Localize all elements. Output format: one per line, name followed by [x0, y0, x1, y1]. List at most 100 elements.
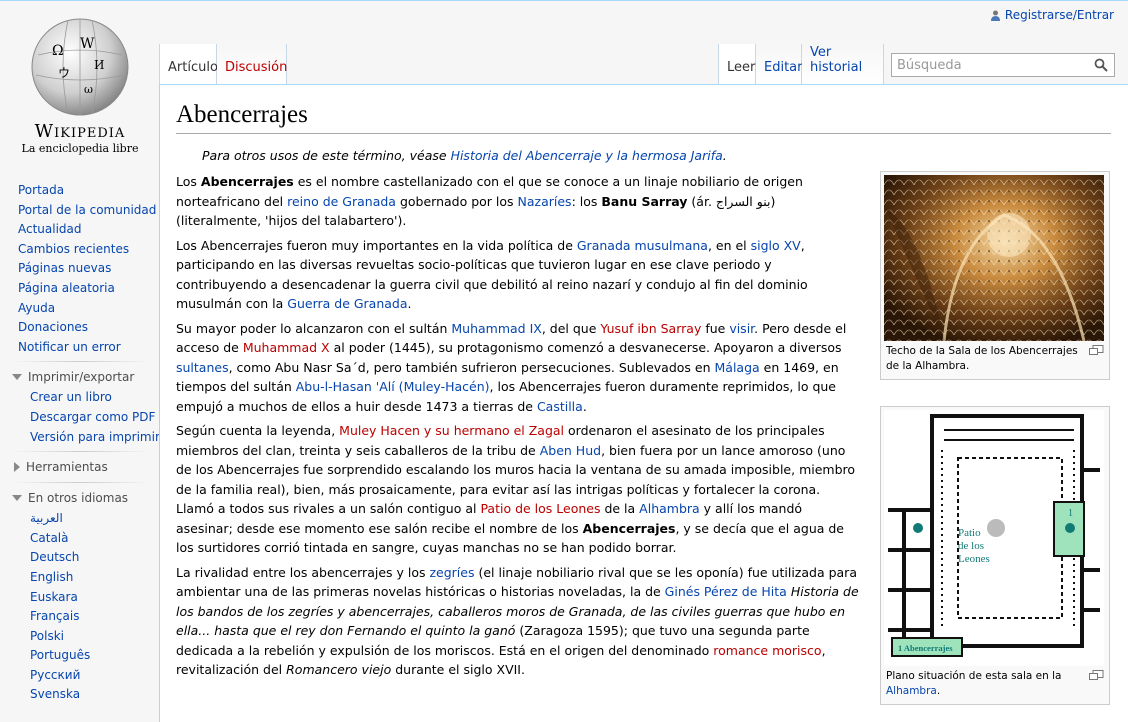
bold-text: Banu Sarray — [601, 193, 688, 209]
puzzle-globe-icon: Ω W И ウ ω — [31, 18, 129, 116]
language-link-6[interactable]: Polski — [0, 627, 158, 647]
article-link[interactable]: visir — [729, 321, 754, 336]
article-link[interactable]: Muley Hacen y su hermano el Zagal — [339, 423, 564, 438]
article-link[interactable]: Ginés Pérez de Hita — [665, 584, 787, 599]
language-link-3[interactable]: English — [0, 568, 158, 588]
article-link[interactable]: Castilla — [537, 399, 583, 414]
article-link[interactable]: Abu-l-Hasan 'Alí (Muley-Hacén) — [296, 379, 490, 394]
figure-caption: Plano situación de esta sala en la Alham… — [884, 666, 1106, 701]
article-body: Los Abencerrajes es el nombre castellani… — [176, 172, 862, 680]
language-link-2[interactable]: Deutsch — [0, 548, 158, 568]
article-paragraph: Su mayor poder lo alcanzaron con el sult… — [176, 319, 862, 417]
article-link[interactable]: Yusuf ibn Sarray — [600, 321, 701, 336]
figure-caption-link[interactable]: Alhambra — [886, 685, 937, 697]
article-link[interactable]: Granada musulmana — [577, 238, 708, 253]
language-link-0[interactable]: العربية — [0, 509, 158, 529]
sidebar-item-1[interactable]: Portal de la comunidad — [0, 201, 158, 221]
languages-list: العربية Català Deutsch English Euskara França… — [0, 509, 158, 705]
text-run: , como Abu Nasr Sa´d, pero también sufri… — [228, 359, 715, 375]
tab-history[interactable]: Ver historial — [802, 44, 884, 84]
text-run: Según cuenta la leyenda, — [176, 423, 340, 438]
enlarge-icon[interactable] — [1089, 670, 1104, 681]
article-link[interactable]: Muhammad IX — [451, 321, 541, 336]
text-run: : los — [571, 193, 602, 209]
article-link[interactable]: sultanes — [176, 360, 229, 375]
language-link-1[interactable]: Català — [0, 529, 158, 549]
article-link[interactable]: romance morisco — [713, 643, 821, 658]
alhambra-plan-map[interactable]: Patio de los Leones 1 1 Abencerrajes — [884, 410, 1104, 666]
sidebar-item-6[interactable]: Ayuda — [0, 299, 158, 319]
language-link-4[interactable]: Euskara — [0, 588, 158, 608]
hatnote: Para otros usos de este término, véase H… — [176, 148, 1112, 163]
article-link[interactable]: Alhambra — [639, 501, 700, 516]
text-run: fue — [701, 320, 730, 336]
language-link-8[interactable]: Русский — [0, 666, 158, 686]
article-link[interactable]: Nazaríes — [518, 194, 572, 209]
tools-toggle[interactable]: Herramientas — [0, 452, 158, 478]
language-link-5[interactable]: Français — [0, 607, 158, 627]
svg-text:W: W — [80, 36, 95, 52]
article-link[interactable]: siglo XV — [751, 238, 801, 253]
bold-text: Abencerrajes — [200, 174, 294, 189]
triangle-down-icon — [12, 374, 22, 381]
text-run: , del que — [541, 320, 601, 336]
print-item-0[interactable]: Crear un libro — [0, 388, 158, 408]
text-run: de la — [600, 501, 640, 516]
figure-caption-suffix: . — [936, 685, 941, 697]
sidebar-item-3[interactable]: Cambios recientes — [0, 240, 158, 260]
languages-heading: En otros idiomas — [28, 491, 129, 506]
tab-discussion[interactable]: Discusión — [217, 44, 287, 84]
figure-caption-prefix: Plano situación de esta sala en la — [886, 670, 1062, 682]
article-link[interactable]: Muhammad X — [243, 340, 330, 355]
article-paragraph: Según cuenta la leyenda, Muley Hacen y s… — [176, 421, 862, 558]
sidebar-item-4[interactable]: Páginas nuevas — [0, 259, 158, 279]
text-run: gobernado por los — [395, 193, 518, 209]
article-link[interactable]: zegríes — [429, 565, 474, 580]
wikipedia-wordmark: Wikipedia — [34, 121, 126, 142]
article-paragraph: La rivalidad entre los abencerrajes y lo… — [176, 563, 862, 680]
article-link[interactable]: Aben Hud — [540, 443, 601, 458]
text-run: Los Abencerrajes fueron muy importantes … — [176, 237, 577, 253]
text-run: al poder (1445), su protagonismo comenzó… — [329, 340, 842, 355]
tab-edit-label: Editar — [764, 60, 803, 75]
sidebar-item-8[interactable]: Notificar un error — [0, 338, 158, 358]
print-item-1[interactable]: Descargar como PDF — [0, 408, 158, 428]
text-run: . — [582, 398, 587, 414]
search-box — [891, 53, 1115, 77]
hatnote-link[interactable]: Historia del Abencerraje y la hermosa Ja… — [451, 148, 723, 163]
search-icon[interactable] — [1094, 58, 1108, 72]
text-run: Su mayor poder lo alcanzaron con el sult… — [176, 320, 452, 336]
text-run: durante el siglo XVII. — [391, 662, 525, 677]
search-input[interactable] — [897, 57, 1087, 73]
login-link[interactable]: Registrarse/Entrar — [1005, 8, 1114, 22]
language-link-7[interactable]: Português — [0, 646, 158, 666]
print-item-2[interactable]: Versión para imprimir — [0, 428, 160, 448]
article-link[interactable]: Guerra de Granada — [287, 296, 407, 311]
sidebar-item-2[interactable]: Actualidad — [0, 220, 158, 240]
article-link[interactable]: reino de Granada — [287, 194, 396, 209]
languages-toggle[interactable]: En otros idiomas — [0, 483, 158, 509]
enlarge-icon[interactable] — [1089, 345, 1104, 356]
tab-history-label: Ver historial — [810, 45, 863, 75]
ceiling-photo[interactable] — [884, 175, 1104, 341]
language-link-9[interactable]: Svenska — [0, 685, 158, 705]
sidebar-item-7[interactable]: Donaciones — [0, 318, 158, 338]
figure-caption-text: Techo de la Sala de los Abencerrajes de … — [886, 345, 1078, 372]
figure-plan: Patio de los Leones 1 1 Abencerrajes Plano… — [880, 406, 1110, 705]
sidebar-item-5[interactable]: Página aleatoria — [0, 279, 158, 299]
print-export-toggle[interactable]: Imprimir/exportar — [0, 362, 158, 388]
tools-heading: Herramientas — [26, 460, 108, 475]
italic-text: Romancero viejo — [286, 662, 392, 677]
article-link[interactable]: Málaga — [715, 360, 760, 375]
tab-article[interactable]: Artículo — [159, 44, 218, 84]
tab-edit[interactable]: Editar — [756, 44, 803, 84]
triangle-right-icon — [14, 462, 20, 473]
bold-text: Abencerrajes — [582, 520, 676, 536]
map-label-room: 1 Abencerrajes — [898, 643, 953, 653]
tab-read[interactable]: Leer — [718, 44, 756, 84]
article-link[interactable]: Patio de los Leones — [480, 501, 600, 516]
text-run: , en el — [707, 237, 751, 253]
svg-text:Ω: Ω — [52, 43, 64, 59]
wikipedia-logo[interactable]: Ω W И ウ ω Wikipedia La enciclopedia libr… — [12, 15, 148, 155]
sidebar-item-0[interactable]: Portada — [0, 181, 158, 201]
